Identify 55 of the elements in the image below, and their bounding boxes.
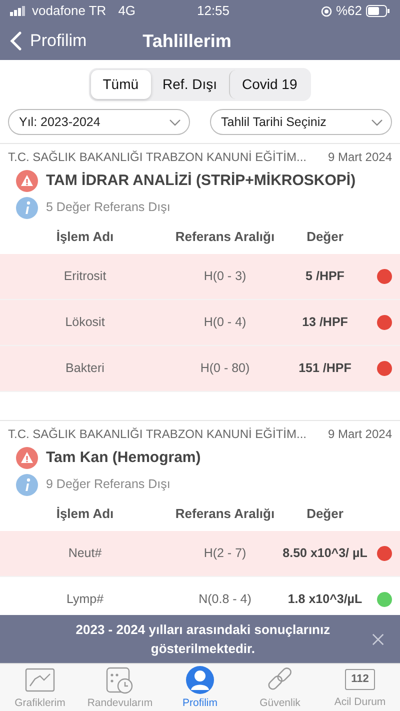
close-icon[interactable] xyxy=(372,632,384,646)
location-icon xyxy=(320,6,332,16)
table-cell-text: H(2 - 7) xyxy=(202,545,248,562)
out-of-range-count: 5 Değer Referans Dışı xyxy=(46,199,170,216)
signal-icon xyxy=(10,6,28,16)
page-title: Tahlillerim xyxy=(142,30,232,52)
table-cell-text: 8.50 x10^3/ µL xyxy=(282,545,368,562)
clock-time: 12:55 xyxy=(196,2,230,20)
hospital-name: T.C. SAĞLIK BAKANLIĞI TRABZON KANUNİ EĞİTİM... xyxy=(8,426,307,443)
segment-tab[interactable]: Covid 19 xyxy=(229,70,310,99)
warning-icon xyxy=(16,170,38,192)
column-header: Referans Aralığı xyxy=(174,228,276,246)
column-header: İşlem Adı xyxy=(55,228,115,246)
chevron-icon xyxy=(169,118,181,126)
column-header: Referans Aralığı xyxy=(174,504,276,523)
carrier-name: vodafone TR xyxy=(32,2,106,20)
chevron-icon xyxy=(371,118,383,126)
table-cell-text: Lymp# xyxy=(65,591,105,608)
table-cell-text: Neut# xyxy=(67,545,103,562)
out-of-range-count: 9 Değer Referans Dışı xyxy=(46,476,170,494)
toast-message: 2023 - 2024 yılları arasındaki sonuçlarınız gösterilmektedir. xyxy=(74,620,332,658)
dropdown-field[interactable]: Tahlil Tarihi Seçiniz xyxy=(210,109,392,135)
tab-bar-item[interactable]: 112 Acil Durum xyxy=(320,664,400,710)
test-date: 9 Mart 2024 xyxy=(328,149,392,166)
table-cell-text: 5 /HPF xyxy=(304,268,346,286)
test-title: TAM İDRAR ANALİZİ (STRİP+MİKROSKOPİ) xyxy=(46,171,356,191)
table-cell-text: Lökosit xyxy=(64,314,106,332)
chevron-icon xyxy=(10,31,22,51)
dropdown-field[interactable]: Yıl: 2023-2024 xyxy=(8,109,190,135)
table-cell-text: 13 /HPF xyxy=(301,314,349,332)
table-cell-text: H(0 - 3) xyxy=(202,268,248,286)
table-cell-text: Eritrosit xyxy=(62,268,108,286)
table-cell-text: H(0 - 80) xyxy=(199,360,251,378)
battery-icon xyxy=(366,5,390,17)
column-header: Değer xyxy=(306,504,344,523)
segment-tab[interactable]: Ref. Dışı xyxy=(150,70,229,99)
test-date: 9 Mart 2024 xyxy=(328,426,392,443)
tab-bar-item[interactable]: Profilim xyxy=(160,664,240,711)
column-header: İşlem Adı xyxy=(55,504,115,523)
hospital-name: T.C. SAĞLIK BAKANLIĞI TRABZON KANUNİ EĞİTİM... xyxy=(8,149,307,166)
table-cell-text: 1.8 x10^3/µL xyxy=(286,591,364,608)
table-cell-text: Bakteri xyxy=(64,360,106,378)
battery-percent: %62 xyxy=(336,2,362,20)
back-button[interactable]: Profilim xyxy=(10,28,87,54)
warning-icon xyxy=(16,447,38,470)
info-icon xyxy=(16,474,38,496)
segment-tab[interactable]: Tümü xyxy=(90,70,151,99)
info-icon xyxy=(16,196,38,218)
network-type: 4G xyxy=(118,2,136,20)
column-header: Değer xyxy=(306,228,344,246)
table-cell-text: H(0 - 4) xyxy=(202,314,248,332)
test-title: Tam Kan (Hemogram) xyxy=(46,448,201,468)
table-cell-text: N(0.8 - 4) xyxy=(198,591,252,608)
number-icon: 112 xyxy=(345,668,375,690)
table-cell-text: 151 /HPF xyxy=(298,360,352,378)
